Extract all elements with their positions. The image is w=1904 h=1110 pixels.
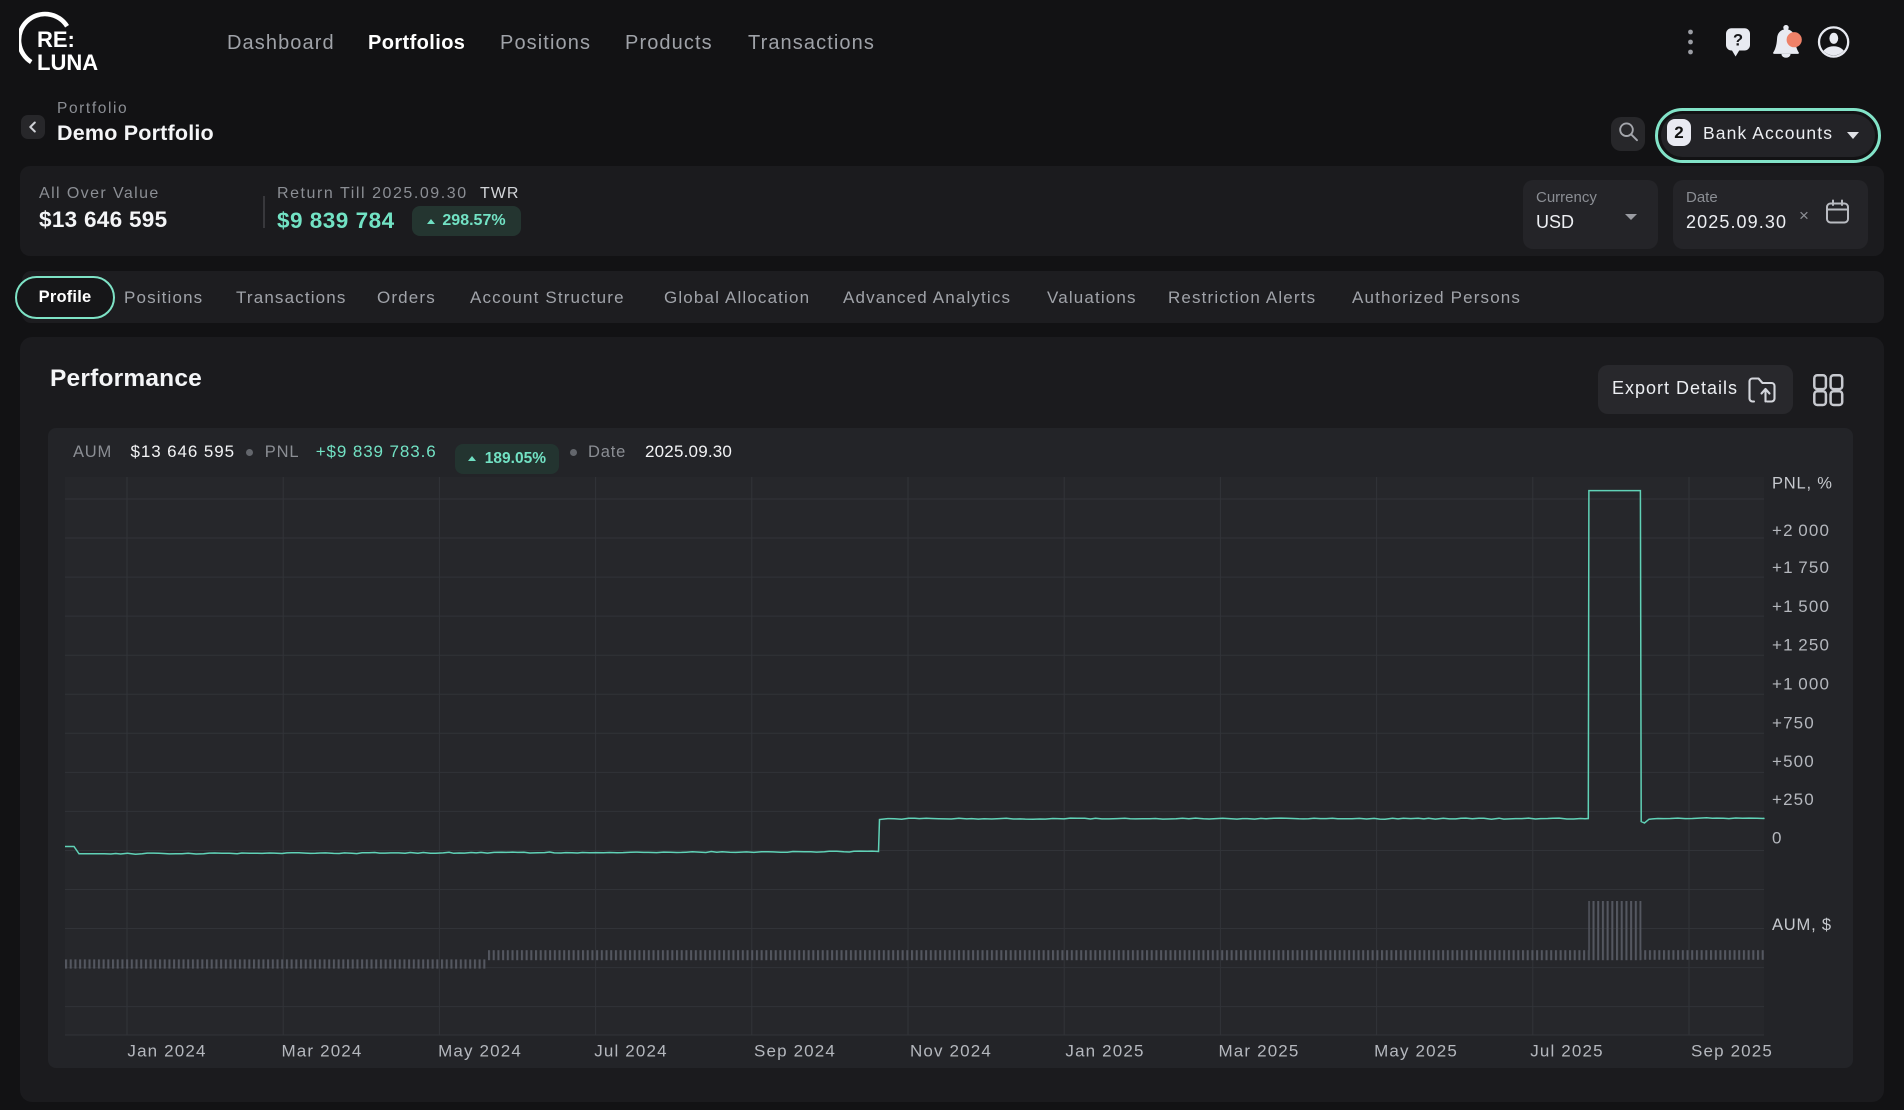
svg-text:+750: +750 <box>1772 714 1815 733</box>
svg-text:RE:: RE: <box>37 27 75 52</box>
svg-text:Sep 2025: Sep 2025 <box>1691 1042 1773 1061</box>
svg-text:Mar 2024: Mar 2024 <box>281 1042 362 1061</box>
svg-text:May 2024: May 2024 <box>438 1042 522 1061</box>
svg-text:Jul 2024: Jul 2024 <box>594 1042 667 1061</box>
svg-text:+1 500: +1 500 <box>1772 597 1830 616</box>
svg-text:0: 0 <box>1772 829 1783 848</box>
svg-text:+1 750: +1 750 <box>1772 558 1830 577</box>
svg-text:LUNA: LUNA <box>37 50 98 75</box>
svg-text:Jan 2024: Jan 2024 <box>127 1042 206 1061</box>
svg-text:+2 000: +2 000 <box>1772 521 1830 540</box>
svg-text:+1 000: +1 000 <box>1772 675 1830 694</box>
svg-text:+500: +500 <box>1772 752 1815 771</box>
svg-text:Mar 2025: Mar 2025 <box>1218 1042 1299 1061</box>
svg-text:Nov 2024: Nov 2024 <box>910 1042 992 1061</box>
svg-text:+1 250: +1 250 <box>1772 636 1830 655</box>
svg-text:AUM, $: AUM, $ <box>1772 916 1832 934</box>
svg-text:+250: +250 <box>1772 790 1815 809</box>
svg-text:PNL, %: PNL, % <box>1772 475 1833 493</box>
svg-text:Jul 2025: Jul 2025 <box>1530 1042 1603 1061</box>
svg-text:Sep 2024: Sep 2024 <box>754 1042 836 1061</box>
svg-text:?: ? <box>1733 31 1743 49</box>
svg-text:May 2025: May 2025 <box>1374 1042 1458 1061</box>
svg-text:Jan 2025: Jan 2025 <box>1065 1042 1144 1061</box>
